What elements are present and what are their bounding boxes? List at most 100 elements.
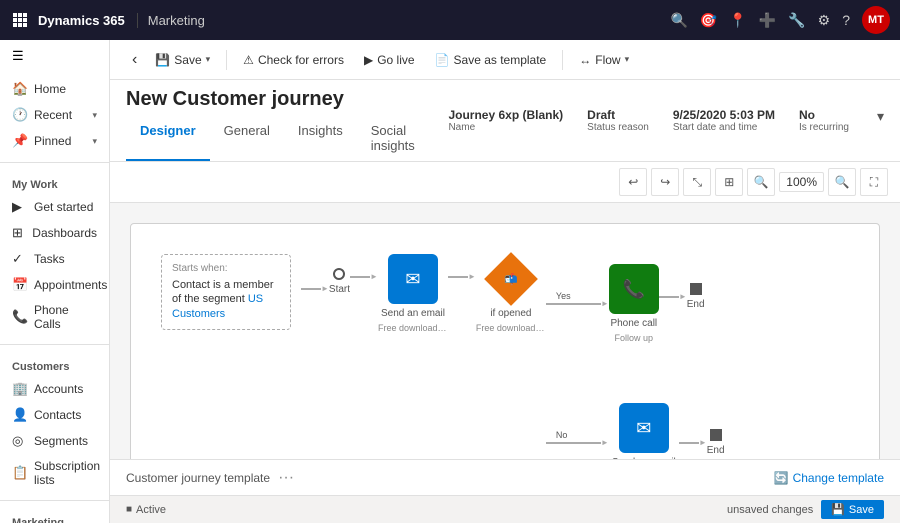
email-icon: ✉ <box>405 269 420 290</box>
check-errors-button[interactable]: ⚠ Check for errors <box>235 49 352 71</box>
save-template-icon: 📄 <box>435 53 450 67</box>
marketing-execution-label: Marketing execution <box>0 509 109 523</box>
fullscreen-button[interactable]: ⛶ <box>860 168 888 196</box>
sidebar-item-getstarted[interactable]: ▶ Get started <box>0 194 109 220</box>
change-template-icon: 🔄 <box>774 471 789 485</box>
phone-call-sublabel: Follow up <box>615 333 654 343</box>
send-email-sublabel: Free download of... <box>378 323 448 333</box>
sidebar-toggle[interactable]: ☰ <box>0 40 109 72</box>
location-icon[interactable]: 📍 <box>729 12 746 29</box>
sidebar-item-pinned[interactable]: 📌 Pinned ▾ <box>0 128 109 154</box>
zoom-out-button[interactable]: 🔍 <box>747 168 775 196</box>
status-save-button[interactable]: 💾 Save <box>821 500 884 519</box>
send-email-node[interactable]: ✉ Send an email Free download of... <box>378 254 448 333</box>
save-template-button[interactable]: 📄 Save as template <box>427 49 555 71</box>
grid-view-button[interactable]: ⊞ <box>715 168 743 196</box>
unsaved-changes-label: unsaved changes <box>727 504 813 516</box>
sidebar-item-dashboards[interactable]: ⊞ Dashboards <box>0 220 109 246</box>
toolbar-divider-2 <box>562 50 563 70</box>
sidebar-item-subscriptionlists[interactable]: 📋 Subscription lists <box>0 454 109 492</box>
template-label: Customer journey template <box>126 471 270 485</box>
sidebar-subscriptionlists-label: Subscription lists <box>34 459 100 487</box>
sidebar-item-contacts[interactable]: 👤 Contacts <box>0 402 109 428</box>
sidebar-divider-3 <box>0 500 109 501</box>
sidebar-pinned-label: Pinned <box>34 134 71 148</box>
canvas[interactable]: Starts when: Contact is a member of the … <box>110 203 900 459</box>
send-email-label: Send an email <box>381 308 445 319</box>
go-live-icon: ▶ <box>364 53 373 67</box>
flow-button[interactable]: ↔ Flow ▾ <box>571 49 637 71</box>
main-layout: ☰ 🏠 Home 🕐 Recent ▾ 📌 Pinned ▾ My Work ▶ <box>0 40 900 523</box>
start-node[interactable]: Start <box>329 268 350 295</box>
status-save-icon: 💾 <box>831 503 845 516</box>
go-live-button[interactable]: ▶ Go live <box>356 49 423 71</box>
sidebar-item-segments[interactable]: ◎ Segments <box>0 428 109 454</box>
toolbar: ‹ 💾 Save ▾ ⚠ Check for errors ▶ Go live … <box>110 40 900 80</box>
send-email2-node[interactable]: ✉ Send an email Reminder message <box>609 403 679 459</box>
go-live-label: Go live <box>377 53 414 67</box>
trigger-box: Starts when: Contact is a member of the … <box>161 254 291 330</box>
redo-button[interactable]: ↪ <box>651 168 679 196</box>
change-template-label: Change template <box>793 471 884 485</box>
settings-ring-icon[interactable]: 🎯 <box>700 12 717 29</box>
canvas-area: ↩ ↪ ⤡ ⊞ 🔍 100% 🔍 ⛶ Starts when: <box>110 162 900 459</box>
sidebar-segments-label: Segments <box>34 434 88 448</box>
recent-chevron: ▾ <box>92 110 97 121</box>
nav-right: 🔍 🎯 📍 ➕ 🔧 ⚙ ? MT <box>670 6 890 34</box>
meta-recurring-value: No <box>799 108 849 122</box>
filter-icon[interactable]: 🔧 <box>788 12 805 29</box>
sidebar-accounts-label: Accounts <box>34 382 83 396</box>
end-node-1[interactable]: End <box>687 283 705 310</box>
meta-chevron-icon[interactable]: ▾ <box>877 108 884 125</box>
save-dropdown-icon[interactable]: ▾ <box>206 54 211 65</box>
undo-button[interactable]: ↩ <box>619 168 647 196</box>
meta-status-value: Draft <box>587 108 649 122</box>
phone-call-node[interactable]: 📞 Phone call Follow up <box>609 264 659 343</box>
sidebar-item-accounts[interactable]: 🏢 Accounts <box>0 376 109 402</box>
change-template-button[interactable]: 🔄 Change template <box>774 471 884 485</box>
user-avatar[interactable]: MT <box>862 6 890 34</box>
getstarted-icon: ▶ <box>12 199 28 215</box>
grid-icon[interactable] <box>10 10 30 30</box>
sidebar-item-recent[interactable]: 🕐 Recent ▾ <box>0 102 109 128</box>
status-icon: ■ <box>126 504 132 515</box>
back-button[interactable]: ‹ <box>126 47 143 73</box>
if-opened-node[interactable]: 📬 if opened Free download of... <box>476 254 546 333</box>
end-node-2[interactable]: End <box>707 429 725 456</box>
add-icon[interactable]: ➕ <box>759 12 776 29</box>
sidebar-contacts-label: Contacts <box>34 408 81 422</box>
module-name: Marketing <box>137 13 205 28</box>
phone-icon: 📞 <box>623 279 645 300</box>
gear-icon[interactable]: ⚙ <box>818 12 831 29</box>
fit-button[interactable]: ⤡ <box>683 168 711 196</box>
accounts-icon: 🏢 <box>12 381 28 397</box>
sidebar-item-tasks[interactable]: ✓ Tasks <box>0 246 109 272</box>
help-icon[interactable]: ? <box>842 12 850 28</box>
email-shape: ✉ <box>388 254 438 304</box>
sidebar-dashboards-label: Dashboards <box>32 226 97 240</box>
tab-social-insights[interactable]: Social insights <box>357 117 449 161</box>
search-icon[interactable]: 🔍 <box>670 12 687 29</box>
tab-designer[interactable]: Designer <box>126 117 210 161</box>
sidebar: ☰ 🏠 Home 🕐 Recent ▾ 📌 Pinned ▾ My Work ▶ <box>0 40 110 523</box>
flow-icon: ↔ <box>579 53 591 67</box>
meta-date-label: Start date and time <box>673 122 775 133</box>
status-label: Active <box>136 504 166 516</box>
sidebar-section-marketing: Marketing execution → Customer journeys … <box>0 505 109 523</box>
tab-insights[interactable]: Insights <box>284 117 357 161</box>
sidebar-item-appointments[interactable]: 📅 Appointments <box>0 272 109 298</box>
sidebar-getstarted-label: Get started <box>34 200 93 214</box>
end-label-2: End <box>707 445 725 456</box>
save-label: Save <box>174 53 201 67</box>
sidebar-item-phonecalls[interactable]: 📞 Phone Calls <box>0 298 109 336</box>
meta-name: Journey 6xp (Blank) Name <box>448 108 563 133</box>
check-errors-icon: ⚠ <box>243 53 254 67</box>
tab-general[interactable]: General <box>210 117 284 161</box>
recent-icon: 🕐 <box>12 107 28 123</box>
save-button[interactable]: 💾 Save ▾ <box>147 49 218 71</box>
more-options-button[interactable]: ··· <box>278 469 294 487</box>
status-save-label: Save <box>849 504 874 516</box>
zoom-in-button[interactable]: 🔍 <box>828 168 856 196</box>
sidebar-recent-label: Recent <box>34 108 72 122</box>
sidebar-item-home[interactable]: 🏠 Home <box>0 76 109 102</box>
